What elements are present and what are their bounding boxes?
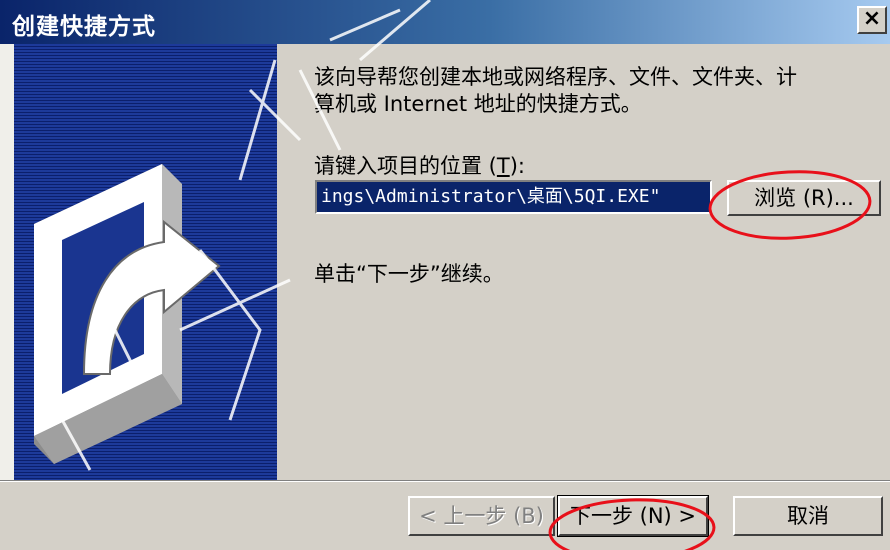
title-bar[interactable]: 创建快捷方式 × (0, 0, 890, 44)
location-label-mnemonic: T (496, 154, 510, 178)
create-shortcut-dialog: 创建快捷方式 × 该向导帮您创建本地或网络程序、文件、文件夹、计 算机或 Int… (0, 0, 890, 550)
footer-separator (0, 480, 890, 482)
location-label: 请键入项目的位置 (T): (314, 150, 525, 180)
close-button[interactable]: × (857, 6, 887, 34)
next-hint: 单击“下一步”继续。 (314, 262, 504, 286)
back-button[interactable]: < 上一步 (B) (408, 496, 555, 536)
wizard-description: 该向导帮您创建本地或网络程序、文件、文件夹、计 算机或 Internet 地址的… (314, 65, 797, 116)
left-strip (0, 44, 14, 480)
location-label-prefix: 请键入项目的位置 ( (314, 154, 497, 178)
cancel-button[interactable]: 取消 (733, 496, 883, 536)
browse-button[interactable]: 浏览 (R)... (727, 180, 881, 216)
window-title: 创建快捷方式 (12, 14, 156, 40)
shortcut-arrow-icon (34, 164, 221, 464)
location-label-suffix: ): (509, 154, 525, 178)
location-input[interactable]: ings\Administrator\桌面\5QI.EXE" (315, 180, 712, 214)
wizard-side-panel (14, 44, 277, 480)
next-button[interactable]: 下一步 (N) > (557, 495, 709, 537)
